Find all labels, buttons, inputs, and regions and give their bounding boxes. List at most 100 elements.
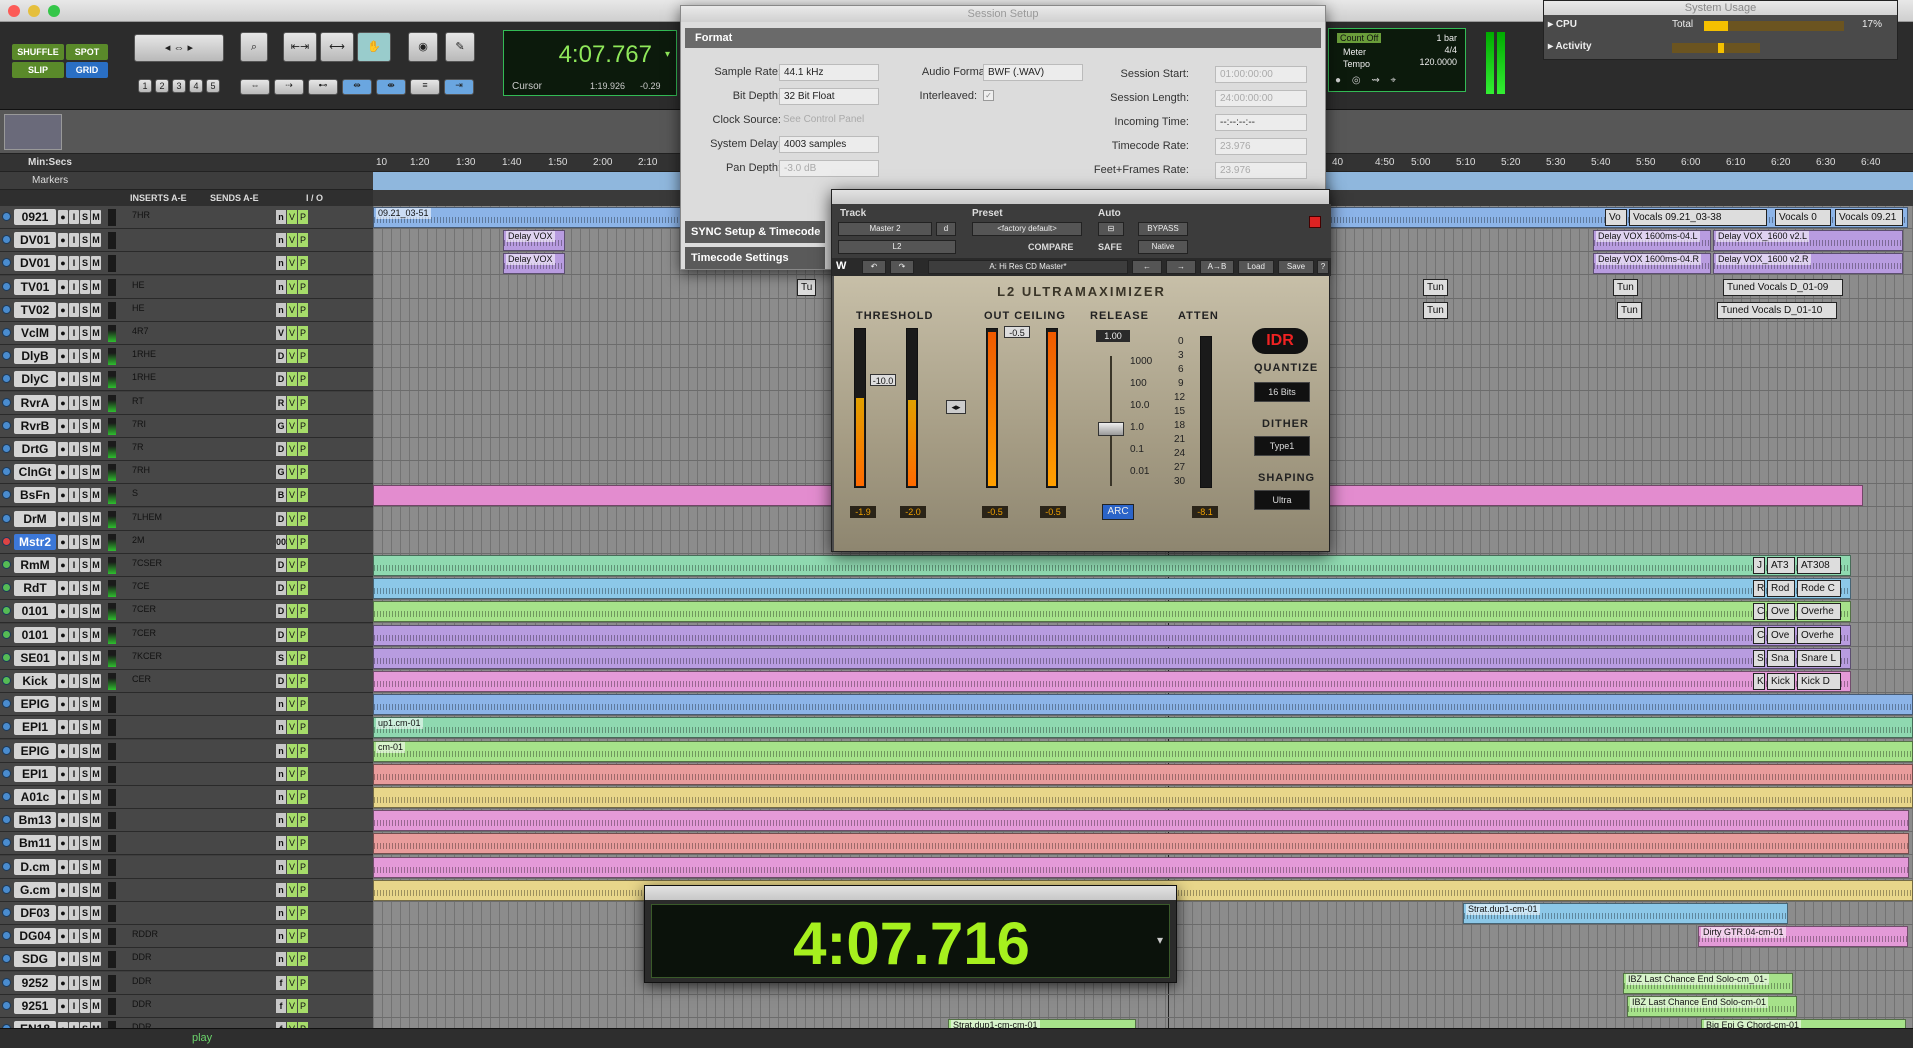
track-row[interactable]: BsFn ● I S M S B V P (0, 484, 373, 507)
track-state-button[interactable]: I (69, 720, 79, 734)
track-type-icon[interactable] (2, 630, 11, 639)
track-name[interactable]: BsFn (14, 487, 56, 503)
track-inserts[interactable]: 7CE (132, 581, 150, 596)
track-io[interactable]: fVP (276, 976, 309, 991)
format-section[interactable]: Format (685, 28, 1321, 48)
track-record-solo-mute-buttons[interactable]: ●ISM (58, 767, 102, 782)
track-state-button[interactable]: S (80, 396, 90, 410)
track-state-button[interactable]: I (69, 813, 79, 827)
track-io[interactable]: nVP (276, 280, 309, 295)
track-voice-button[interactable]: P (298, 674, 308, 688)
track-name[interactable]: Mstr2 (14, 534, 56, 550)
clip-label[interactable]: Ove (1767, 603, 1795, 620)
track-type-icon[interactable] (2, 792, 11, 801)
track-record-solo-mute-buttons[interactable]: ●ISM (58, 883, 102, 898)
track-state-button[interactable]: ● (58, 349, 68, 363)
track-io[interactable]: RVP (276, 396, 309, 411)
track-state-button[interactable]: M (91, 697, 101, 711)
track-voice-button[interactable]: P (298, 349, 308, 363)
minimize-window-icon[interactable] (28, 5, 40, 17)
audio-clip[interactable] (373, 764, 1913, 785)
track-state-button[interactable]: I (69, 906, 79, 920)
track-type-icon[interactable] (2, 583, 11, 592)
track-voice-button[interactable]: P (298, 256, 308, 270)
track-io[interactable]: nVP (276, 233, 309, 248)
track-state-button[interactable]: M (91, 651, 101, 665)
track-state-button[interactable]: S (80, 419, 90, 433)
track-state-button[interactable]: I (69, 952, 79, 966)
track-state-button[interactable]: S (80, 628, 90, 642)
selector-tool-icon[interactable]: ⟷ (320, 32, 354, 62)
track-io[interactable]: DVP (276, 512, 309, 527)
track-voice-button[interactable]: V (287, 210, 297, 224)
track-state-button[interactable]: M (91, 349, 101, 363)
track-io[interactable]: DVP (276, 674, 309, 689)
track-state-button[interactable]: I (69, 210, 79, 224)
track-io[interactable]: nVP (276, 256, 309, 271)
track-state-button[interactable]: M (91, 512, 101, 526)
track-state-button[interactable]: ● (58, 720, 68, 734)
track-io[interactable]: DVP (276, 558, 309, 573)
tool-option-icon[interactable]: ⊷ (308, 79, 338, 95)
track-state-button[interactable]: S (80, 488, 90, 502)
track-row[interactable]: TV02 ● I S M HE n V P (0, 299, 373, 322)
track-state-button[interactable]: I (69, 419, 79, 433)
track-state-button[interactable]: S (80, 233, 90, 247)
track-state-button[interactable]: S (80, 326, 90, 340)
tool-option-icon[interactable]: ≡ (410, 79, 440, 95)
track-state-button[interactable]: S (80, 581, 90, 595)
track-name[interactable]: DG04 (14, 928, 56, 944)
track-record-solo-mute-buttons[interactable]: ●ISM (58, 651, 102, 666)
release-fader-knob[interactable] (1098, 422, 1124, 436)
track-record-solo-mute-buttons[interactable]: ●ISM (58, 836, 102, 851)
track-name[interactable]: 0101 (14, 627, 56, 643)
track-voice-button[interactable]: P (298, 512, 308, 526)
track-state-button[interactable]: ● (58, 396, 68, 410)
track-state-button[interactable]: ● (58, 326, 68, 340)
track-name[interactable]: EPIG (14, 743, 56, 759)
track-input-select[interactable]: n (276, 836, 286, 850)
track-type-icon[interactable] (2, 653, 11, 662)
track-record-solo-mute-buttons[interactable]: ●ISM (58, 929, 102, 944)
track-state-button[interactable]: M (91, 767, 101, 781)
track-input-select[interactable]: f (276, 976, 286, 990)
track-name[interactable]: Bm13 (14, 812, 56, 828)
track-state-button[interactable]: ● (58, 651, 68, 665)
meter-value[interactable]: 4/4 (1444, 45, 1457, 55)
track-state-button[interactable]: M (91, 488, 101, 502)
track-state-button[interactable]: S (80, 442, 90, 456)
track-io[interactable]: DVP (276, 442, 309, 457)
track-input-select[interactable]: n (276, 256, 286, 270)
track-name[interactable]: RvrA (14, 395, 56, 411)
track-input-select[interactable]: n (276, 303, 286, 317)
clip-label[interactable]: AT308 (1797, 557, 1841, 574)
track-voice-button[interactable]: P (298, 442, 308, 456)
track-io[interactable]: fVP (276, 999, 309, 1014)
clip-label[interactable]: Tuned Vocals D_01-09 (1723, 279, 1843, 296)
track-input-select[interactable]: n (276, 210, 286, 224)
track-input-select[interactable]: D (276, 442, 286, 456)
track-name[interactable]: EPI1 (14, 719, 56, 735)
track-record-solo-mute-buttons[interactable]: ●ISM (58, 558, 102, 573)
track-input-select[interactable]: n (276, 883, 286, 897)
track-inserts[interactable]: 7KCER (132, 651, 162, 666)
track-voice-button[interactable]: P (298, 210, 308, 224)
track-state-button[interactable]: I (69, 929, 79, 943)
audio-clip[interactable]: Delay VOX_1600 v2.R (1713, 253, 1903, 274)
clip-label[interactable]: Ove (1767, 627, 1795, 644)
track-inserts[interactable]: 1RHE (132, 349, 156, 364)
track-row[interactable]: TV01 ● I S M HE n V P (0, 276, 373, 299)
track-state-button[interactable]: I (69, 396, 79, 410)
track-state-button[interactable]: S (80, 651, 90, 665)
track-voice-button[interactable]: V (287, 767, 297, 781)
track-inserts[interactable]: S (132, 488, 138, 503)
track-voice-button[interactable]: V (287, 535, 297, 549)
track-row[interactable]: Bm11 ● I S Mn V P (0, 832, 373, 855)
track-state-button[interactable]: I (69, 976, 79, 990)
track-name[interactable]: RmM (14, 557, 56, 573)
track-input-select[interactable]: 003 (276, 535, 291, 549)
track-state-button[interactable]: S (80, 697, 90, 711)
track-state-button[interactable]: ● (58, 906, 68, 920)
track-record-solo-mute-buttons[interactable]: ●ISM (58, 465, 102, 480)
track-state-button[interactable]: ● (58, 558, 68, 572)
